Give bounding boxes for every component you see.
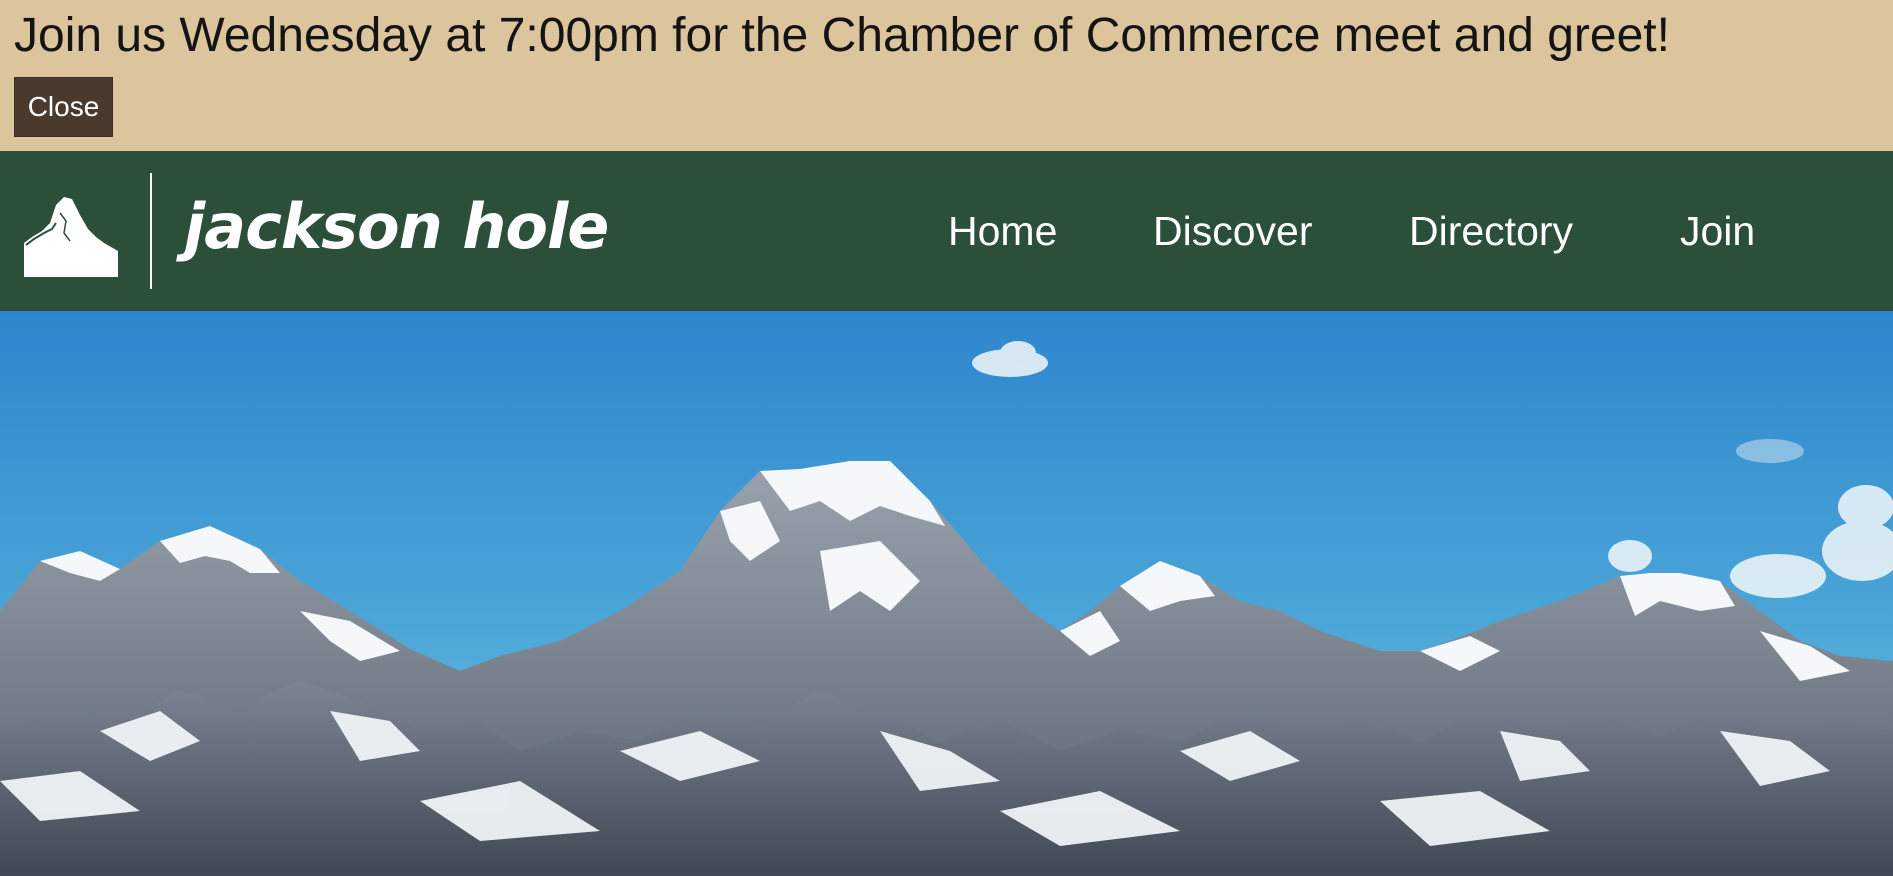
announcement-banner: Join us Wednesday at 7:00pm for the Cham…	[0, 0, 1893, 151]
nav-join-link[interactable]: Join	[1680, 199, 1755, 263]
mountain-landscape-image	[0, 311, 1893, 876]
nav-directory-link[interactable]: Directory	[1409, 199, 1573, 263]
main-nav: Home Discover Directory Join	[0, 199, 1893, 263]
nav-discover-link[interactable]: Discover	[1153, 199, 1312, 263]
close-announcement-button[interactable]: Close	[14, 77, 113, 137]
site-header: jackson hole Home Discover Directory Joi…	[0, 151, 1893, 311]
nav-home-link[interactable]: Home	[948, 199, 1057, 263]
announcement-message: Join us Wednesday at 7:00pm for the Cham…	[14, 9, 1670, 62]
hero-image	[0, 311, 1893, 876]
